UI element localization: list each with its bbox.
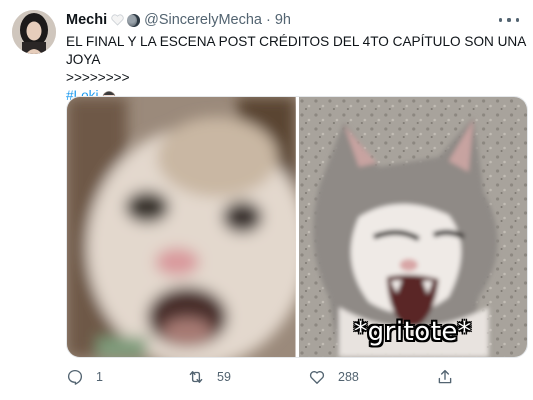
screaming-cat-image[interactable]: *gritote* bbox=[298, 97, 527, 357]
retweet-icon bbox=[189, 371, 203, 383]
heart-icon bbox=[309, 371, 325, 384]
action-bar: 1 59 288 bbox=[66, 366, 466, 388]
more-icon[interactable] bbox=[499, 13, 519, 27]
share-button[interactable] bbox=[436, 366, 454, 388]
tweet: Mechi @SincerelyMecha · 9h EL FINAL Y LA… bbox=[0, 0, 533, 400]
meme-caption: *gritote* bbox=[354, 317, 472, 347]
separator-dot: · bbox=[265, 12, 271, 28]
tweet-timestamp[interactable]: 9h bbox=[275, 12, 291, 28]
tweet-text-line: EL FINAL Y LA ESCENA POST CRÉDITOS DEL 4… bbox=[66, 34, 526, 67]
media-grid: *gritote* bbox=[66, 96, 528, 358]
share-icon bbox=[438, 369, 452, 384]
tweet-text: EL FINAL Y LA ESCENA POST CRÉDITOS DEL 4… bbox=[66, 33, 526, 105]
reply-button[interactable]: 1 bbox=[66, 366, 103, 388]
retweet-button[interactable]: 59 bbox=[187, 366, 231, 388]
reply-icon bbox=[67, 369, 83, 385]
user-handle[interactable]: @SincerelyMecha bbox=[144, 12, 262, 28]
retweet-count: 59 bbox=[217, 370, 231, 384]
reply-count: 1 bbox=[96, 370, 103, 384]
tweet-header: Mechi @SincerelyMecha · 9h bbox=[66, 11, 519, 29]
like-button[interactable]: 288 bbox=[308, 366, 359, 388]
display-name[interactable]: Mechi bbox=[66, 12, 107, 28]
moon-icon bbox=[127, 13, 141, 27]
white-heart-icon bbox=[111, 14, 124, 26]
avatar[interactable] bbox=[12, 10, 56, 54]
blurred-cat-image[interactable] bbox=[67, 97, 296, 357]
tweet-text-line: >>>>>>>> bbox=[66, 70, 130, 85]
like-count: 288 bbox=[338, 370, 359, 384]
